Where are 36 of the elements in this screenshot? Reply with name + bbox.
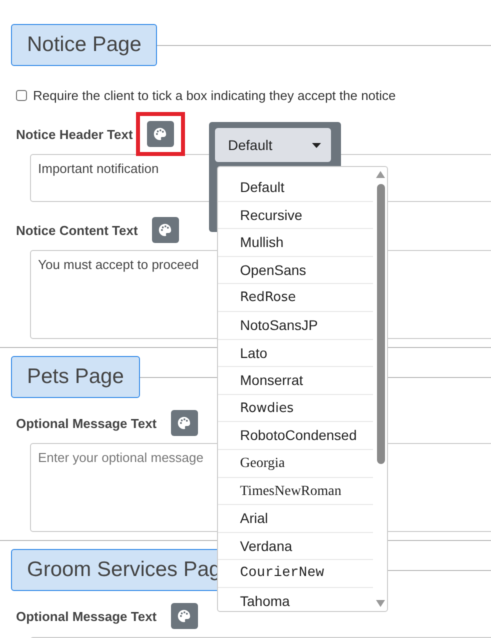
section-heading: Notice Page <box>11 24 158 66</box>
font-option[interactable]: Verdana <box>218 532 373 560</box>
color-palette-button[interactable] <box>152 217 179 243</box>
font-option[interactable]: OpenSans <box>218 256 373 284</box>
font-option[interactable]: CourierNew <box>218 560 373 588</box>
palette-icon <box>177 416 192 430</box>
checkbox-label: Require the client to tick a box indicating they accept the notice <box>33 88 396 103</box>
caret-icon <box>312 142 321 148</box>
font-option[interactable]: Monserrat <box>218 367 373 395</box>
font-option[interactable]: Mullish <box>218 229 373 257</box>
font-option[interactable]: RedRose <box>218 284 373 312</box>
field-label: Optional Message Text <box>16 416 157 430</box>
font-option[interactable]: RobotoCondensed <box>218 422 373 450</box>
field-label: Optional Message Text <box>16 608 157 624</box>
font-option[interactable]: Rowdies <box>218 394 373 422</box>
field-label: Notice Content Text <box>16 222 138 238</box>
scroll-down-icon[interactable] <box>376 600 385 607</box>
font-dropdown[interactable]: Default <box>215 128 331 162</box>
palette-icon <box>177 609 192 623</box>
font-option[interactable]: Recursive <box>218 202 373 230</box>
scrollbar[interactable] <box>376 171 385 607</box>
font-option[interactable]: TimesNewRoman <box>218 478 373 506</box>
font-option[interactable]: NotoSansJP <box>218 312 373 340</box>
font-option[interactable]: Georgia <box>218 450 373 478</box>
color-palette-button[interactable] <box>170 410 198 436</box>
palette-icon <box>158 223 172 237</box>
font-option[interactable]: Lato <box>218 340 373 368</box>
color-palette-button[interactable] <box>170 603 198 629</box>
accept-checkbox[interactable] <box>16 90 27 101</box>
color-palette-button[interactable] <box>146 121 174 147</box>
font-option[interactable]: Default <box>218 174 373 202</box>
scroll-up-icon[interactable] <box>376 171 385 178</box>
section-heading: Pets Page <box>11 356 140 398</box>
field-label: Notice Header Text <box>16 126 133 142</box>
font-option[interactable]: Arial <box>218 505 373 533</box>
palette-icon <box>153 127 168 141</box>
